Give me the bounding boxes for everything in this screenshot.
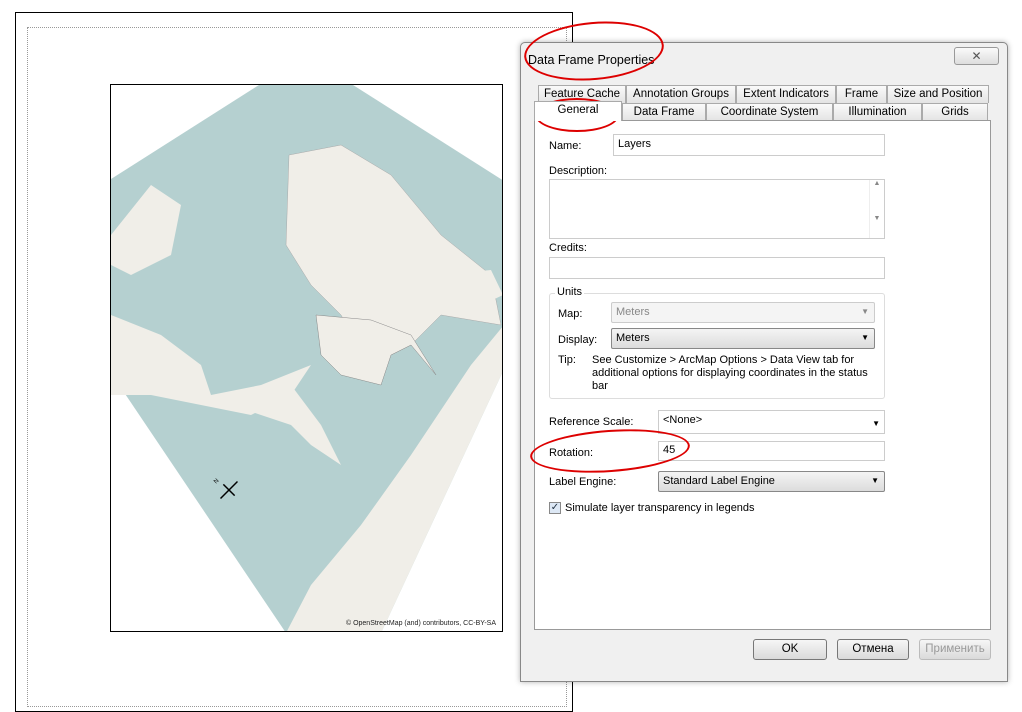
tip-label: Tip: bbox=[558, 354, 576, 366]
tab-grids[interactable]: Grids bbox=[922, 103, 988, 121]
rotation-input[interactable]: 45 bbox=[658, 441, 885, 461]
display-units-value: Meters bbox=[616, 332, 650, 344]
dialog-title: Data Frame Properties bbox=[528, 53, 655, 67]
label-engine-label: Label Engine: bbox=[549, 476, 617, 488]
simulate-transparency-label: Simulate layer transparency in legends bbox=[565, 502, 755, 514]
tab-data-frame[interactable]: Data Frame bbox=[622, 103, 706, 121]
map-data-frame[interactable]: N © OpenStreetMap (and) contributors, CC… bbox=[110, 84, 503, 632]
simulate-transparency-checkbox[interactable]: ✓ bbox=[549, 502, 561, 514]
tab-annotation-groups[interactable]: Annotation Groups bbox=[626, 85, 736, 103]
tab-size-and-position[interactable]: Size and Position bbox=[887, 85, 989, 103]
credits-label: Credits: bbox=[549, 242, 587, 254]
tab-general[interactable]: General bbox=[534, 101, 622, 121]
label-engine-value: Standard Label Engine bbox=[663, 475, 775, 487]
rotation-label: Rotation: bbox=[549, 447, 594, 459]
display-units-label: Display: bbox=[558, 334, 598, 346]
apply-button[interactable]: Применить bbox=[919, 639, 991, 660]
close-button[interactable]: ✕ bbox=[954, 47, 999, 65]
chevron-down-icon: ▼ bbox=[861, 307, 869, 316]
reference-scale-label: Reference Scale: bbox=[549, 416, 634, 428]
tab-illumination[interactable]: Illumination bbox=[833, 103, 922, 121]
name-input[interactable]: Layers bbox=[613, 134, 885, 156]
reference-scale-value: <None> bbox=[663, 414, 703, 426]
map-units-value: Meters bbox=[616, 306, 650, 318]
map-attribution: © OpenStreetMap (and) contributors, CC-B… bbox=[345, 620, 496, 627]
name-label: Name: bbox=[549, 140, 582, 152]
reference-scale-combo[interactable]: <None> ▼ bbox=[658, 410, 885, 434]
general-tab-panel: Name: Layers Description: ▲ ▼ Credits: Un… bbox=[534, 120, 991, 630]
chevron-down-icon: ▼ bbox=[861, 333, 869, 342]
rotated-world-map: N bbox=[111, 85, 502, 631]
data-frame-properties-dialog: Data Frame Properties ✕ Feature Cache An… bbox=[520, 42, 1008, 682]
tab-frame[interactable]: Frame bbox=[836, 85, 887, 103]
label-engine-select[interactable]: Standard Label Engine ▼ bbox=[658, 471, 885, 492]
map-units-select: Meters ▼ bbox=[611, 302, 875, 323]
tab-extent-indicators[interactable]: Extent Indicators bbox=[736, 85, 836, 103]
chevron-down-icon: ▼ bbox=[872, 419, 880, 428]
description-scrollbar[interactable]: ▲ ▼ bbox=[869, 180, 884, 238]
chevron-down-icon: ▼ bbox=[871, 476, 879, 485]
tip-text: See Customize > ArcMap Options > Data Vi… bbox=[592, 354, 868, 392]
description-label: Description: bbox=[549, 165, 608, 177]
close-icon: ✕ bbox=[971, 49, 982, 63]
credits-input[interactable] bbox=[549, 257, 885, 279]
display-units-select[interactable]: Meters ▼ bbox=[611, 328, 875, 349]
ok-button[interactable]: OK bbox=[753, 639, 827, 660]
cancel-button[interactable]: Отмена bbox=[837, 639, 909, 660]
units-group-label: Units bbox=[555, 286, 585, 298]
description-textarea[interactable] bbox=[549, 179, 885, 239]
map-units-label: Map: bbox=[558, 308, 583, 320]
tab-coordinate-system[interactable]: Coordinate System bbox=[706, 103, 833, 121]
